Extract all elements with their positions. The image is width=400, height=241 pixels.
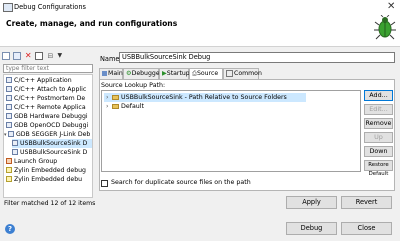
tree-item[interactable]: USBBulkSourceSink D: [12, 148, 87, 157]
tree-item[interactable]: Zylin Embedded debu: [6, 175, 82, 184]
edit-button[interactable]: Edit...: [364, 104, 393, 115]
tab-common[interactable]: Common: [223, 68, 262, 79]
collapse-all-icon[interactable]: [35, 52, 44, 60]
delete-icon[interactable]: ✕: [24, 52, 32, 60]
window-title: Debug Configurations: [14, 3, 86, 11]
window-close-icon[interactable]: ✕: [387, 1, 395, 12]
zylin-icon: [6, 167, 12, 173]
tree-item[interactable]: C/C++ Postmortem De: [6, 94, 85, 103]
tree-item[interactable]: C/C++ Remote Applica: [6, 103, 86, 112]
add-button[interactable]: Add...: [364, 90, 393, 101]
tab-source[interactable]: ⎙Source: [189, 68, 223, 79]
duplicate-icon[interactable]: [13, 52, 22, 60]
view-menu-icon[interactable]: ▼: [58, 52, 66, 60]
folder-icon: [112, 94, 119, 100]
apply-button[interactable]: Apply: [286, 196, 337, 209]
title-bar: Debug Configurations ✕: [0, 0, 400, 14]
source-lookup-list[interactable]: › USBBulkSourceSink - Path Relative to So…: [101, 90, 361, 172]
help-icon[interactable]: ?: [5, 224, 15, 234]
c-postmortem-icon: [6, 95, 12, 101]
tab-debugger[interactable]: ⚙Debugger: [123, 68, 162, 79]
down-button[interactable]: Down: [364, 146, 393, 157]
c-app-icon: [6, 77, 12, 83]
revert-button[interactable]: Revert: [341, 196, 392, 209]
tree-item[interactable]: GDB OpenOCD Debuggi: [6, 121, 88, 130]
gdb-openocd-icon: [6, 122, 12, 128]
config-tree[interactable]: C/C++ Application C/C++ Attach to Applic…: [3, 74, 93, 198]
gdb-hw-icon: [6, 113, 12, 119]
tree-item[interactable]: GDB Hardware Debuggi: [6, 112, 88, 121]
tree-item[interactable]: Launch Group: [6, 157, 57, 166]
remove-button[interactable]: Remove: [364, 118, 393, 129]
main-tab-icon: [102, 70, 107, 76]
launch-group-icon: [6, 158, 12, 164]
debug-button[interactable]: Debug: [286, 222, 337, 235]
filter-status: Filter matched 12 of 12 items: [4, 200, 96, 207]
name-field[interactable]: USBBulkSourceSink Debug: [119, 52, 395, 63]
c-attach-icon: [6, 86, 12, 92]
tree-item[interactable]: C/C++ Application: [6, 76, 72, 85]
tree-item[interactable]: Zylin Embedded debug: [6, 166, 86, 175]
list-item-selected[interactable]: › USBBulkSourceSink - Path Relative to So…: [104, 93, 306, 102]
tree-item-selected[interactable]: USBBulkSourceSink D: [12, 139, 92, 148]
duplicate-search-checkbox[interactable]: [101, 180, 108, 187]
filter-input[interactable]: type filter text: [3, 64, 93, 73]
launch-config-icon: [12, 149, 18, 155]
tab-main[interactable]: Main: [99, 68, 123, 79]
new-config-icon[interactable]: [2, 52, 10, 60]
up-button[interactable]: Up: [364, 132, 393, 143]
dialog-header: Create, manage, and run configurations: [0, 14, 400, 47]
tree-item[interactable]: C/C++ Attach to Applic: [6, 85, 86, 94]
dialog-title: Create, manage, and run configurations: [6, 19, 178, 28]
app-icon: [3, 3, 13, 12]
debug-bug-icon: [374, 15, 396, 40]
duplicate-search-label: Search for duplicate source files on the…: [111, 179, 251, 186]
tree-item[interactable]: ▾ GDB SEGGER J-Link Deb: [4, 130, 90, 139]
close-button[interactable]: Close: [341, 222, 392, 235]
filter-icon[interactable]: ⊟: [46, 52, 54, 60]
source-lookup-label: Source Lookup Path:: [101, 82, 166, 89]
list-item[interactable]: › Default: [106, 102, 144, 111]
common-tab-icon: [226, 69, 233, 77]
gdb-jlink-icon: [8, 131, 14, 137]
tab-startup[interactable]: ▶Startup: [159, 68, 190, 79]
restore-default-button[interactable]: Restore Default: [364, 160, 393, 177]
launch-config-icon: [12, 140, 18, 146]
zylin-icon: [6, 176, 12, 182]
left-toolbar: ✕ ⊟ ▼: [2, 52, 67, 62]
folder-icon: [112, 103, 119, 109]
c-remote-icon: [6, 104, 12, 110]
